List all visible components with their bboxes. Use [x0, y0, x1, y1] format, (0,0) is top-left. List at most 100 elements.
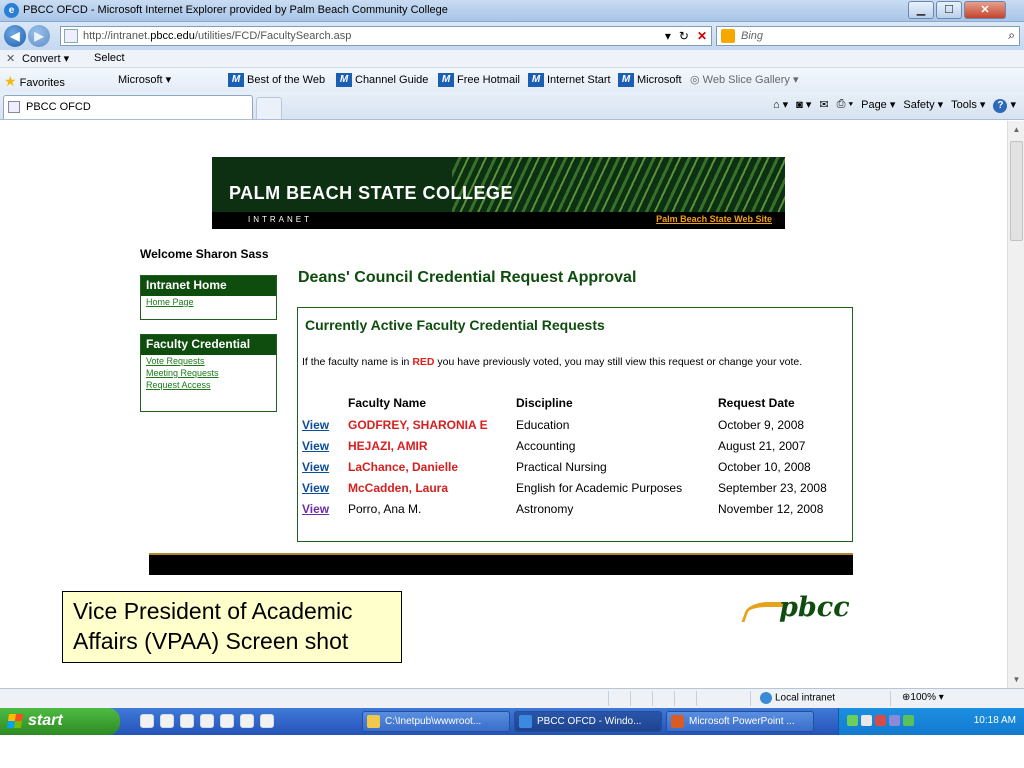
msn-icon: M: [228, 73, 244, 87]
faculty-name-cell: GODFREY, SHARONIA E: [348, 417, 488, 432]
address-url[interactable]: http://intranet.pbcc.edu/utilities/FCD/F…: [83, 30, 351, 42]
request-access-link[interactable]: Request Access: [141, 379, 276, 391]
pbcc-logo: pbcc: [741, 592, 855, 626]
help-icon: ?: [993, 99, 1008, 113]
footer-bar: [149, 553, 853, 575]
view-link[interactable]: View: [302, 498, 348, 519]
view-link[interactable]: View: [302, 477, 348, 498]
address-bar[interactable]: http://intranet.pbcc.edu/utilities/FCD/F…: [60, 26, 712, 46]
network-icon[interactable]: [847, 715, 858, 726]
address-toolbar: ◀ ▶ http://intranet.pbcc.edu/utilities/F…: [0, 22, 1024, 50]
faculty-credential-heading: Faculty Credential: [141, 335, 276, 355]
requests-table: Faculty Name Discipline Request Date Vie…: [302, 392, 848, 519]
home-page-link[interactable]: Home Page: [141, 296, 276, 308]
app-quicklaunch-icon[interactable]: [260, 714, 274, 728]
refresh-icon[interactable]: ↻: [679, 29, 689, 43]
favorite-best-of-web[interactable]: M Best of the Web: [228, 73, 325, 87]
maximize-button[interactable]: ☐: [936, 1, 962, 19]
print-icon[interactable]: ⎙ ▾: [837, 98, 853, 113]
tab-pbcc-ofcd[interactable]: PBCC OFCD: [3, 95, 253, 119]
bing-icon: [721, 29, 735, 43]
request-date-cell: September 23, 2008: [718, 480, 827, 495]
feeds-icon[interactable]: ◙ ▾: [796, 98, 811, 113]
status-bar: Local intranet ⊕100% ▾: [0, 688, 1024, 708]
forward-button[interactable]: ▶: [28, 25, 50, 47]
windows-taskbar: start C:\Inetpub\wwwroot... PBCC OFCD - …: [0, 708, 1024, 735]
page-menu[interactable]: Page ▾: [861, 98, 895, 113]
taskbar-powerpoint-button[interactable]: Microsoft PowerPoint ...: [666, 711, 814, 732]
msn-icon: M: [618, 73, 634, 87]
security-zone: Local intranet: [760, 692, 835, 704]
close-toolbar-icon[interactable]: ✕: [6, 52, 15, 65]
favorite-internet-start[interactable]: M Internet Start: [528, 73, 611, 87]
favorite-web-slice-gallery[interactable]: ◎ Web Slice Gallery ▾: [690, 73, 798, 86]
view-link[interactable]: View: [302, 414, 348, 435]
app-quicklaunch-icon[interactable]: [200, 714, 214, 728]
mail-icon[interactable]: ✉: [819, 98, 828, 113]
favorite-channel-guide[interactable]: M Channel Guide: [336, 73, 428, 87]
close-button[interactable]: ✕: [964, 1, 1006, 19]
search-icon[interactable]: ⌕: [1008, 28, 1015, 43]
panel-title: Currently Active Faculty Credential Requ…: [305, 317, 605, 333]
windows-logo-icon: [7, 714, 23, 728]
minimize-button[interactable]: ▁: [908, 1, 934, 19]
intranet-globe-icon: [760, 692, 772, 704]
search-box[interactable]: Bing ⌕: [716, 26, 1020, 46]
discipline-cell: English for Academic Purposes: [516, 480, 683, 495]
stop-icon[interactable]: ✕: [697, 29, 707, 43]
request-date-cell: October 10, 2008: [718, 459, 811, 474]
favorite-microsoft-2[interactable]: M Microsoft: [618, 73, 682, 87]
table-row: View HEJAZI, AMIR Accounting August 21, 200…: [302, 435, 848, 456]
folder-icon: [367, 715, 380, 728]
request-date-cell: October 9, 2008: [718, 417, 805, 432]
app-quicklaunch-icon[interactable]: [160, 714, 174, 728]
tools-menu[interactable]: Tools ▾: [951, 98, 985, 113]
tray-app-icon[interactable]: [889, 715, 900, 726]
select-button[interactable]: Select: [94, 52, 125, 64]
scroll-down-icon[interactable]: ▼: [1008, 671, 1024, 688]
view-link[interactable]: View: [302, 435, 348, 456]
volume-icon[interactable]: [861, 715, 872, 726]
web-slice-icon: ◎: [690, 74, 700, 86]
msn-icon: M: [438, 73, 454, 87]
app-quicklaunch-icon[interactable]: [240, 714, 254, 728]
request-date-cell: November 12, 2008: [718, 501, 824, 516]
taskbar-explorer-button[interactable]: C:\Inetpub\wwwroot...: [362, 711, 510, 732]
dropdown-icon[interactable]: ▾: [665, 29, 671, 43]
ie-quicklaunch-icon[interactable]: [140, 714, 154, 728]
view-link[interactable]: View: [302, 456, 348, 477]
vertical-scrollbar[interactable]: ▲ ▼: [1007, 121, 1024, 688]
meeting-requests-link[interactable]: Meeting Requests: [141, 367, 276, 379]
app-quicklaunch-icon[interactable]: [220, 714, 234, 728]
scroll-up-icon[interactable]: ▲: [1008, 121, 1024, 138]
faculty-name-cell: HEJAZI, AMIR: [348, 438, 428, 453]
back-button[interactable]: ◀: [4, 25, 26, 47]
college-banner: PALM BEACH STATE COLLEGE INTRANET Palm B…: [212, 157, 785, 229]
intranet-home-box: Intranet Home Home Page: [140, 275, 277, 320]
zoom-level[interactable]: ⊕100% ▾: [902, 692, 944, 703]
discipline-cell: Practical Nursing: [516, 459, 607, 474]
msn-icon: M: [336, 73, 352, 87]
home-icon[interactable]: ⌂ ▾: [773, 98, 788, 113]
new-tab-button[interactable]: [256, 97, 282, 119]
convert-button[interactable]: Convert ▾: [22, 52, 69, 65]
app-quicklaunch-icon[interactable]: [180, 714, 194, 728]
favorites-button[interactable]: ★ Favorites: [4, 73, 65, 90]
tray-app-icon[interactable]: [903, 715, 914, 726]
web-site-link[interactable]: Palm Beach State Web Site: [656, 214, 772, 224]
vote-requests-link[interactable]: Vote Requests: [141, 355, 276, 367]
start-button[interactable]: start: [0, 708, 120, 735]
favorite-microsoft[interactable]: Microsoft ▾: [118, 73, 171, 86]
safety-menu[interactable]: Safety ▾: [903, 98, 943, 113]
security-icon[interactable]: [875, 715, 886, 726]
msn-icon: M: [528, 73, 544, 87]
help-menu[interactable]: ? ▾: [993, 98, 1016, 113]
page-icon: [8, 101, 20, 113]
taskbar-ie-button[interactable]: PBCC OFCD - Windo...: [514, 711, 662, 732]
column-faculty-name: Faculty Name: [348, 396, 427, 410]
favorite-free-hotmail[interactable]: M Free Hotmail: [438, 73, 520, 87]
college-name: PALM BEACH STATE COLLEGE: [229, 183, 513, 203]
scroll-thumb[interactable]: [1010, 141, 1023, 241]
discipline-cell: Education: [516, 417, 570, 432]
welcome-message: Welcome Sharon Sass: [140, 247, 269, 261]
